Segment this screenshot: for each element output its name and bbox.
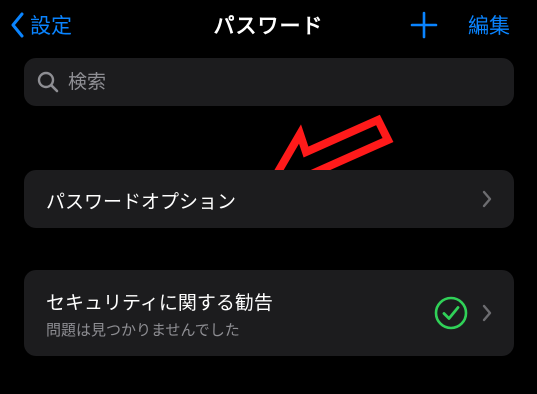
search-input[interactable]	[66, 70, 500, 94]
plus-icon[interactable]	[408, 10, 440, 40]
password-options-row[interactable]: パスワードオプション	[24, 170, 514, 228]
search-bar[interactable]	[24, 58, 514, 106]
edit-button[interactable]: 編集	[468, 10, 510, 40]
chevron-right-icon	[482, 304, 492, 322]
checkmark-circle-icon	[434, 296, 468, 330]
security-recommendations-label: セキュリティに関する勧告	[46, 292, 273, 314]
security-status-text: 問題は見つかりませんでした	[46, 321, 240, 339]
password-options-label: パスワードオプション	[46, 191, 237, 213]
page-title: パスワード	[213, 14, 324, 38]
chevron-right-icon	[482, 190, 492, 208]
security-recommendations-row[interactable]: セキュリティに関する勧告 問題は見つかりませんでした	[24, 270, 514, 356]
search-icon	[36, 70, 60, 94]
navigation-bar: 設定 パスワード 編集	[0, 0, 537, 50]
